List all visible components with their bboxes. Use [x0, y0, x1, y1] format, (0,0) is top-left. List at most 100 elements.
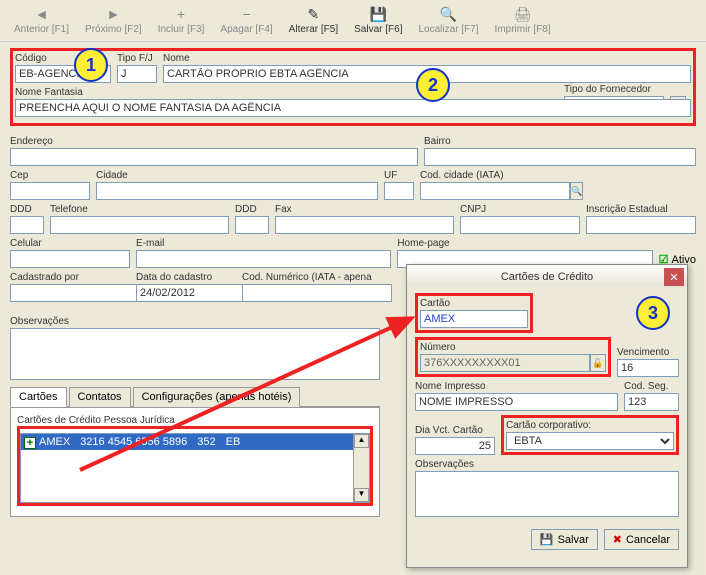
- highlight-cartao: Cartão: [415, 293, 533, 333]
- dlg-diavct-label: Dia Vct. Cartão: [415, 425, 495, 436]
- ddd2-label: DDD: [235, 204, 269, 215]
- floppy-icon: 💾: [370, 6, 387, 22]
- cnpj-label: CNPJ: [460, 204, 580, 215]
- annotation-1: 1: [74, 48, 108, 82]
- cadpor-label: Cadastrado por: [10, 272, 130, 283]
- card-number: 3216 4545 6556 5896: [80, 436, 187, 448]
- insc-input[interactable]: [586, 216, 696, 234]
- fax-input[interactable]: [275, 216, 454, 234]
- dialog-title: Cartões de Crédito ✕: [407, 265, 687, 287]
- cards-title: Cartões de Crédito Pessoa Jurídica: [17, 415, 175, 426]
- insc-label: Inscrição Estadual: [586, 204, 696, 215]
- cards-list[interactable]: + AMEX 3216 4545 6556 5896 352 EB ▲▼: [20, 433, 370, 503]
- codnum-input[interactable]: [242, 284, 392, 302]
- card-seg: 352: [197, 436, 215, 448]
- scrollbar[interactable]: ▲▼: [353, 434, 369, 502]
- edit-label: Alterar [F5]: [289, 24, 338, 35]
- dlg-save-label: Salvar: [558, 534, 589, 546]
- card-row[interactable]: AMEX 3216 4545 6556 5896 352 EB: [21, 434, 369, 450]
- uf-input[interactable]: [384, 182, 414, 200]
- dlg-obs-input[interactable]: [415, 471, 679, 517]
- print-button[interactable]: 🖨Imprimir [F8]: [489, 4, 557, 37]
- obs-input[interactable]: [10, 328, 380, 380]
- dlg-codseg-input[interactable]: [624, 393, 679, 411]
- dlg-nomeimp-input[interactable]: [415, 393, 618, 411]
- next-button[interactable]: ►Próximo [F2]: [79, 4, 148, 37]
- tipo-input[interactable]: [117, 65, 157, 83]
- add-label: Incluir [F3]: [158, 24, 205, 35]
- dlg-cancel-label: Cancelar: [626, 534, 670, 546]
- arrow-left-icon: ◄: [35, 6, 49, 22]
- dlg-corp-label: Cartão corporativo:: [506, 420, 674, 431]
- ddd2-input[interactable]: [235, 216, 269, 234]
- endereco-label: Endereço: [10, 136, 418, 147]
- ddd1-label: DDD: [10, 204, 44, 215]
- highlight-numero: Número 🔓: [415, 337, 611, 377]
- annotation-3: 3: [636, 296, 670, 330]
- edit-button[interactable]: ✎ Alterar [F5]: [283, 4, 344, 37]
- dlg-diavct-input[interactable]: [415, 437, 495, 455]
- search-icon: 🔍: [440, 6, 457, 22]
- nome-label: Nome: [163, 53, 691, 64]
- tab-config[interactable]: Configurações (apenas hotéis): [133, 387, 301, 407]
- dlg-corp-select[interactable]: EBTA: [506, 432, 674, 450]
- next-label: Próximo [F2]: [85, 24, 142, 35]
- cep-label: Cep: [10, 170, 90, 181]
- telefone-input[interactable]: [50, 216, 229, 234]
- codnum-label: Cod. Numérico (IATA - apena: [242, 272, 392, 283]
- cnpj-input[interactable]: [460, 216, 580, 234]
- dlg-save-button[interactable]: 💾Salvar: [531, 529, 598, 550]
- highlight-codigo-nome: Código Tipo F/J Nome Nome Fantasia: [10, 48, 696, 126]
- cidade-label: Cidade: [96, 170, 378, 181]
- card-brand: AMEX: [39, 436, 70, 448]
- tab-cartoes[interactable]: Cartões: [10, 387, 67, 407]
- dlg-cartao-input[interactable]: [420, 310, 528, 328]
- save-button[interactable]: 💾Salvar [F6]: [348, 4, 408, 37]
- fantasia-label: Nome Fantasia: [15, 87, 691, 98]
- uf-label: UF: [384, 170, 414, 181]
- tab-contatos[interactable]: Contatos: [69, 387, 131, 407]
- dlg-venc-label: Vencimento: [617, 347, 679, 358]
- scroll-up-icon[interactable]: ▲: [354, 434, 369, 448]
- dlg-obs-label: Observações: [415, 459, 679, 470]
- pencil-icon: ✎: [308, 6, 320, 22]
- scroll-down-icon[interactable]: ▼: [354, 488, 369, 502]
- prev-button[interactable]: ◄ Anterior [F1]: [8, 4, 75, 37]
- obs-label: Observações: [10, 316, 380, 327]
- prev-label: Anterior [F1]: [14, 24, 69, 35]
- tabs: Cartões Contatos Configurações (apenas h…: [10, 386, 380, 407]
- fax-label: Fax: [275, 204, 454, 215]
- plus-icon: +: [177, 6, 185, 22]
- email-input[interactable]: [136, 250, 391, 268]
- add-button[interactable]: + Incluir [F3]: [152, 4, 211, 37]
- dlg-venc-input[interactable]: [617, 359, 679, 377]
- find-label: Localizar [F7]: [419, 24, 479, 35]
- ddd1-input[interactable]: [10, 216, 44, 234]
- dlg-codseg-label: Cod. Seg.: [624, 381, 679, 392]
- find-button[interactable]: 🔍 Localizar [F7]: [413, 4, 485, 37]
- celular-input[interactable]: [10, 250, 130, 268]
- close-icon[interactable]: ✕: [664, 268, 684, 286]
- bairro-input[interactable]: [424, 148, 696, 166]
- codcidade-input[interactable]: [420, 182, 570, 200]
- unlock-icon[interactable]: 🔓: [590, 354, 606, 372]
- endereco-input[interactable]: [10, 148, 418, 166]
- del-label: Apagar [F4]: [220, 24, 272, 35]
- dialog-title-text: Cartões de Crédito: [501, 271, 593, 283]
- tipo-label: Tipo F/J: [117, 53, 157, 64]
- codcidade-lookup[interactable]: 🔍: [570, 182, 583, 200]
- toolbar: ◄ Anterior [F1] ►Próximo [F2] + Incluir [F…: [0, 0, 706, 42]
- telefone-label: Telefone: [50, 204, 229, 215]
- card-extra: EB: [226, 436, 241, 448]
- delete-button[interactable]: −Apagar [F4]: [214, 4, 278, 37]
- dlg-numero-input[interactable]: [420, 354, 590, 372]
- homepage-label: Home-page: [397, 238, 652, 249]
- dlg-cancel-button[interactable]: ✖Cancelar: [604, 529, 679, 550]
- cidade-input[interactable]: [96, 182, 378, 200]
- codcidade-label: Cod. cidade (IATA): [420, 170, 530, 181]
- bairro-label: Bairro: [424, 136, 696, 147]
- fantasia-input[interactable]: [15, 99, 691, 117]
- cep-input[interactable]: [10, 182, 90, 200]
- add-card-button[interactable]: +: [24, 437, 36, 449]
- celular-label: Celular: [10, 238, 130, 249]
